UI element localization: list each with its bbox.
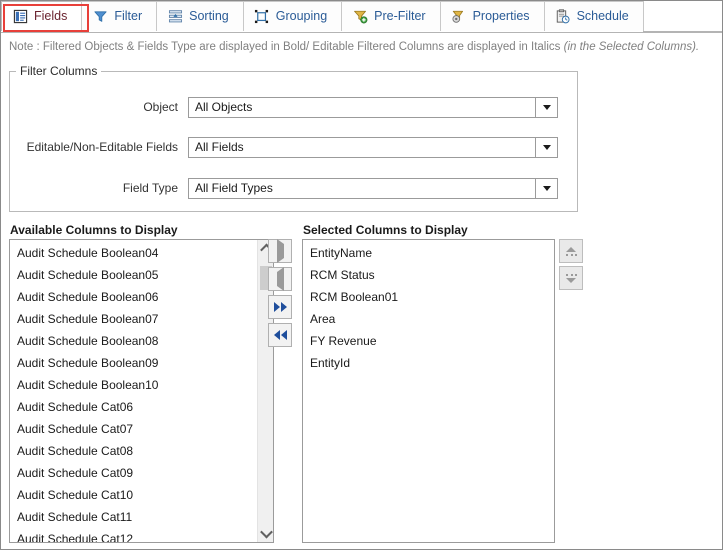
- list-item[interactable]: Audit Schedule Cat10: [10, 484, 258, 506]
- tab-label: Pre-Filter: [374, 9, 426, 24]
- object-dropdown-value: All Objects: [195, 99, 253, 114]
- tab-fields[interactable]: Fields: [1, 1, 83, 31]
- move-down-button[interactable]: [559, 266, 583, 290]
- arrow-up-base: [565, 253, 577, 256]
- tab-pre-filter[interactable]: Pre-Filter: [341, 1, 441, 31]
- tab-label: Filter: [114, 9, 143, 24]
- list-item[interactable]: Audit Schedule Boolean09: [10, 352, 258, 374]
- chevron-down-icon[interactable]: [535, 137, 557, 157]
- tab-label: Properties: [472, 9, 530, 24]
- list-item[interactable]: Audit Schedule Cat09: [10, 462, 258, 484]
- list-item[interactable]: Audit Schedule Cat07: [10, 418, 258, 440]
- field-type-filter-row: Field Type All Field Types: [10, 177, 577, 199]
- list-item[interactable]: Audit Schedule Boolean10: [10, 374, 258, 396]
- available-columns-heading: Available Columns to Display: [10, 223, 178, 237]
- editable-fields-dropdown-value: All Fields: [195, 139, 244, 154]
- list-item[interactable]: Audit Schedule Cat06: [10, 396, 258, 418]
- selected-columns-heading: Selected Columns to Display: [303, 223, 468, 237]
- editable-fields-filter-row: Editable/Non-Editable Fields All Fields: [10, 136, 577, 158]
- list-item[interactable]: Area: [303, 308, 554, 330]
- editable-fields-dropdown[interactable]: All Fields: [188, 136, 558, 158]
- move-up-button[interactable]: [559, 239, 583, 263]
- list-item[interactable]: EntityName: [303, 242, 554, 264]
- tab-label: Schedule: [576, 9, 629, 24]
- filter-columns-group: Filter Columns Object All Objects Editab…: [9, 64, 578, 212]
- list-item[interactable]: FY Revenue: [303, 330, 554, 352]
- filter-columns-title: Filter Columns: [16, 64, 102, 78]
- list-item[interactable]: Audit Schedule Boolean07: [10, 308, 258, 330]
- move-all-right-button[interactable]: [268, 295, 292, 319]
- editable-fields-label: Editable/Non-Editable Fields: [26, 140, 178, 154]
- fields-icon: [12, 9, 28, 25]
- move-all-left-button[interactable]: [268, 323, 292, 347]
- chevron-down-icon[interactable]: [535, 178, 557, 198]
- tab-label: Grouping: [275, 9, 328, 24]
- scroll-down-icon[interactable]: [258, 525, 273, 542]
- list-item[interactable]: Audit Schedule Cat12: [10, 528, 258, 542]
- tab-filter[interactable]: Filter: [81, 1, 158, 31]
- arrow-down-base: [565, 273, 577, 276]
- selected-columns-items: EntityName RCM Status RCM Boolean01 Area FY …: [303, 240, 554, 374]
- move-left-button[interactable]: [268, 267, 292, 291]
- list-item[interactable]: Audit Schedule Boolean06: [10, 286, 258, 308]
- caret-right-icon: [276, 239, 284, 263]
- object-label: Object: [143, 100, 178, 114]
- arrow-up-icon: [566, 246, 576, 252]
- list-item[interactable]: EntityId: [303, 352, 554, 374]
- field-type-label: Field Type: [122, 181, 178, 195]
- properties-icon: [451, 9, 467, 25]
- tab-properties[interactable]: Properties: [439, 1, 545, 31]
- tab-label: Fields: [34, 9, 68, 24]
- double-caret-right-icon: [273, 302, 287, 312]
- selected-columns-listbox[interactable]: EntityName RCM Status RCM Boolean01 Area FY …: [302, 239, 555, 543]
- tab-label: Sorting: [189, 9, 229, 24]
- chevron-down-icon[interactable]: [535, 97, 557, 117]
- list-item[interactable]: Audit Schedule Boolean08: [10, 330, 258, 352]
- filter-icon: [92, 9, 108, 25]
- object-filter-row: Object All Objects: [10, 96, 577, 118]
- available-columns-items: Audit Schedule Boolean04 Audit Schedule B…: [10, 240, 258, 542]
- note-text: Note : Filtered Objects & Fields Type ar…: [9, 41, 719, 53]
- field-type-dropdown[interactable]: All Field Types: [188, 177, 558, 199]
- schedule-icon: [555, 9, 571, 25]
- list-item[interactable]: RCM Boolean01: [303, 286, 554, 308]
- list-item[interactable]: Audit Schedule Cat11: [10, 506, 258, 528]
- grouping-icon: [254, 9, 270, 25]
- pre-filter-icon: [352, 9, 368, 25]
- object-dropdown[interactable]: All Objects: [188, 96, 558, 118]
- double-caret-left-icon: [273, 330, 287, 340]
- list-item[interactable]: RCM Status: [303, 264, 554, 286]
- list-item[interactable]: Audit Schedule Boolean04: [10, 242, 258, 264]
- fields-tab-panel: Fields Filter Sorting Grouping Pre-Filte…: [0, 0, 723, 550]
- sorting-icon: [167, 9, 183, 25]
- tab-bar-filler: [642, 1, 722, 32]
- tab-bar: Fields Filter Sorting Grouping Pre-Filte…: [1, 1, 722, 33]
- arrow-down-icon: [566, 277, 576, 283]
- tab-schedule[interactable]: Schedule: [543, 1, 644, 31]
- list-item[interactable]: Audit Schedule Cat08: [10, 440, 258, 462]
- field-type-dropdown-value: All Field Types: [195, 180, 273, 195]
- available-columns-listbox[interactable]: Audit Schedule Boolean04 Audit Schedule B…: [9, 239, 274, 543]
- note-main: Note : Filtered Objects & Fields Type ar…: [9, 41, 564, 53]
- list-item[interactable]: Audit Schedule Boolean05: [10, 264, 258, 286]
- tab-sorting[interactable]: Sorting: [156, 1, 244, 31]
- move-right-button[interactable]: [268, 239, 292, 263]
- tab-grouping[interactable]: Grouping: [242, 1, 343, 31]
- note-italic: (in the Selected Columns).: [563, 41, 700, 53]
- caret-left-icon: [276, 267, 284, 291]
